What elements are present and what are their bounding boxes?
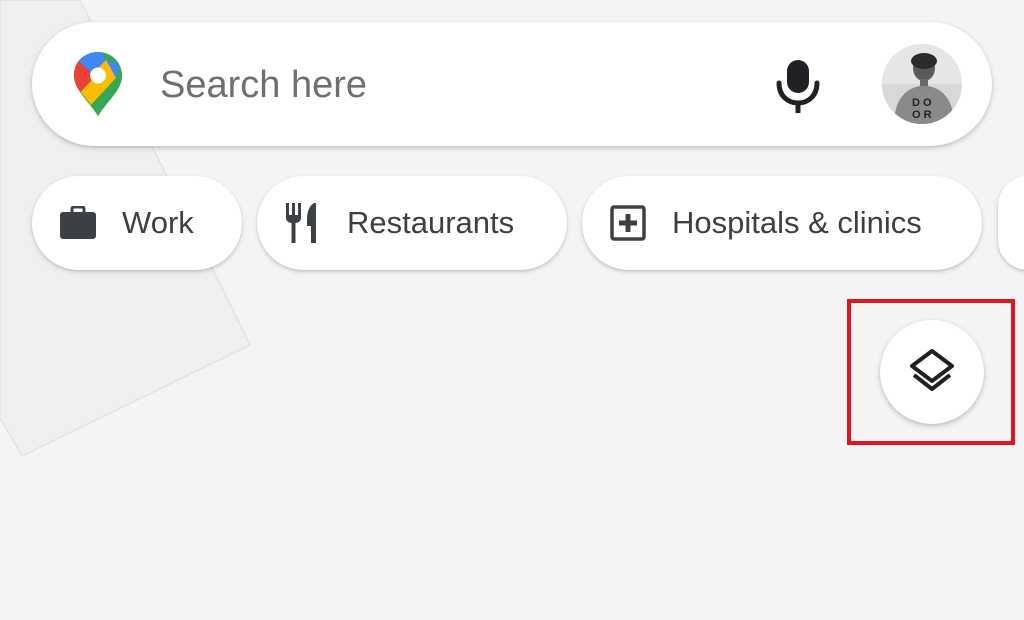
chip-label: Restaurants — [347, 205, 515, 240]
layers-icon — [910, 349, 954, 391]
layers-button[interactable] — [880, 320, 984, 424]
fork-knife-icon — [283, 203, 323, 243]
chip-label: Work — [122, 205, 194, 240]
google-maps-pin-icon — [74, 52, 122, 116]
microphone-icon[interactable] — [770, 56, 826, 116]
hospital-plus-icon — [608, 203, 648, 243]
chip-hospitals-clinics[interactable]: Hospitals & clinics — [582, 176, 982, 270]
chip-label: Hospitals & clinics — [672, 205, 922, 240]
chip-work[interactable]: Work — [32, 176, 242, 270]
avatar-photo: D O O R — [882, 44, 962, 124]
briefcase-icon — [58, 203, 98, 243]
chip-restaurants[interactable]: Restaurants — [257, 176, 567, 270]
svg-text:O R: O R — [912, 109, 932, 121]
user-avatar[interactable]: D O O R — [882, 44, 962, 124]
svg-text:D O: D O — [912, 97, 932, 109]
chip-more[interactable] — [998, 176, 1024, 270]
search-input[interactable] — [160, 58, 720, 112]
